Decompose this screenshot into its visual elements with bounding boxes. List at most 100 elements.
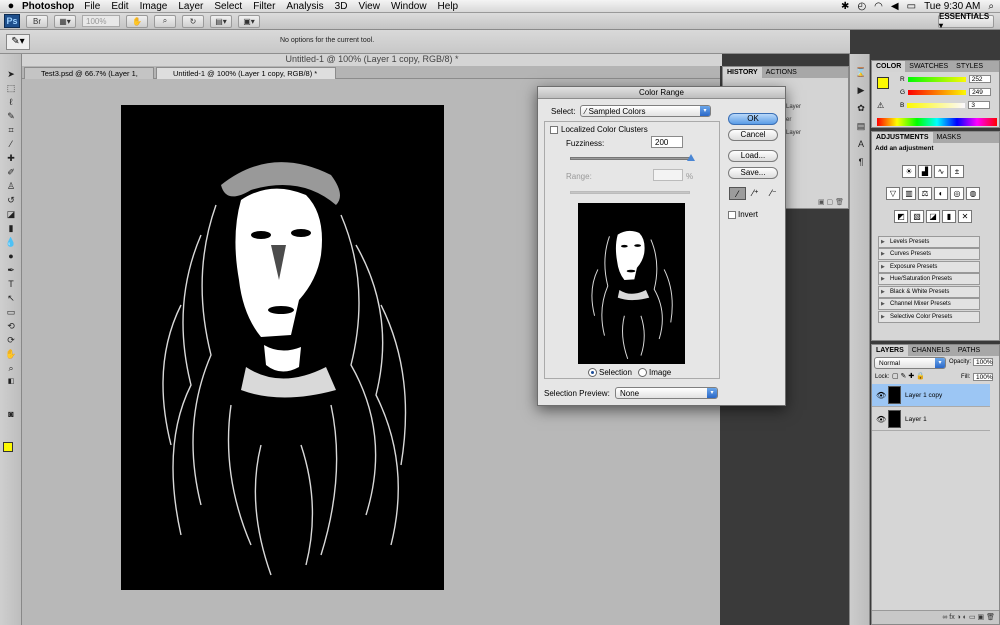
actions-panel-icon[interactable]: ▶ (854, 84, 868, 96)
invert-icon[interactable]: ◩ (894, 210, 908, 223)
tab-swatches[interactable]: SWATCHES (905, 61, 952, 72)
default-colors-icon[interactable]: ◧ (4, 376, 18, 388)
preset-curves[interactable]: Curves Presets (878, 248, 980, 260)
3d-rotate-tool-icon[interactable]: ⟲ (4, 320, 18, 332)
menu-image[interactable]: Image (140, 1, 168, 12)
bluetooth-icon[interactable]: ✱ (841, 1, 849, 12)
brightness-contrast-icon[interactable]: ☀ (902, 165, 916, 178)
gradient-tool-icon[interactable]: ▮ (4, 222, 18, 234)
history-panel-buttons[interactable]: ▣ ▢ 🗑 (818, 198, 844, 206)
zoom-tool-icon[interactable]: ⌕ (4, 362, 18, 374)
battery-icon[interactable]: ▭ (907, 1, 916, 12)
channel-mixer-icon[interactable]: ◍ (966, 187, 980, 200)
selective-color-icon[interactable]: ✕ (958, 210, 972, 223)
3d-orbit-tool-icon[interactable]: ⟳ (4, 334, 18, 346)
fuzziness-field[interactable]: 200 (651, 136, 683, 148)
eyedropper-add-icon[interactable]: ⁄⁺ (747, 187, 764, 200)
foreground-color-swatch[interactable] (3, 442, 13, 452)
menu-app-photoshop[interactable]: Photoshop (22, 1, 74, 12)
lasso-tool-icon[interactable]: ℓ (4, 96, 18, 108)
fill-field[interactable]: 100% (973, 373, 993, 381)
tab-untitled-1[interactable]: Untitled-1 @ 100% (Layer 1 copy, RGB/8) … (156, 67, 336, 79)
g-slider[interactable] (908, 89, 967, 95)
tab-history[interactable]: HISTORY (723, 67, 762, 78)
fuzziness-slider[interactable] (570, 157, 690, 160)
tab-color[interactable]: COLOR (872, 61, 906, 72)
photo-filter-icon[interactable]: ◎ (950, 187, 964, 200)
exposure-icon[interactable]: ± (950, 165, 964, 178)
type-tool-icon[interactable]: T (4, 278, 18, 290)
range-field[interactable] (653, 169, 683, 181)
zoom-tool-icon[interactable]: ⌕ (154, 14, 176, 28)
eye-icon[interactable]: 👁 (876, 384, 886, 407)
character-panel-icon[interactable]: A (854, 138, 868, 150)
menu-view[interactable]: View (358, 1, 380, 12)
tab-masks[interactable]: MASKS (933, 132, 966, 143)
tab-styles[interactable]: STYLES (952, 61, 987, 72)
menu-edit[interactable]: Edit (111, 1, 128, 12)
ok-button[interactable]: OK (728, 113, 778, 125)
vibrance-icon[interactable]: ▽ (886, 187, 900, 200)
eyedropper-sample-icon[interactable]: ⁄ (729, 187, 746, 200)
history-item[interactable]: Layer (786, 101, 840, 114)
screen-mode-button[interactable]: ▣▾ (238, 14, 260, 28)
preset-selective-color[interactable]: Selective Color Presets (878, 311, 980, 323)
color-balance-icon[interactable]: ⚖ (918, 187, 932, 200)
select-dropdown[interactable]: ⁄ Sampled Colors ▾ (580, 105, 711, 117)
apple-icon[interactable]: ● (0, 0, 22, 12)
hand-tool-icon[interactable]: ✋ (126, 14, 148, 28)
fuzziness-slider-thumb[interactable] (687, 154, 695, 161)
history-brush-tool-icon[interactable]: ↺ (4, 194, 18, 206)
volume-icon[interactable]: ◀ (891, 1, 899, 12)
layers-panel-buttons[interactable]: ∞ fx ◑ ◐ ▭ ▣ 🗑 (872, 610, 999, 624)
menu-layer[interactable]: Layer (178, 1, 203, 12)
posterize-icon[interactable]: ▧ (910, 210, 924, 223)
color-panel-foreground-swatch[interactable] (877, 77, 889, 89)
menu-window[interactable]: Window (391, 1, 427, 12)
pen-tool-icon[interactable]: ✒ (4, 264, 18, 276)
levels-icon[interactable]: ▟ (918, 165, 932, 178)
brushes-panel-icon[interactable]: ✿ (854, 102, 868, 114)
opacity-field[interactable]: 100% (973, 358, 993, 366)
invert-checkbox[interactable] (728, 211, 736, 219)
save-button[interactable]: Save... (728, 167, 778, 179)
g-value-field[interactable]: 249 (969, 88, 992, 96)
quick-selection-tool-icon[interactable]: ✎ (4, 110, 18, 122)
range-slider[interactable] (570, 191, 690, 194)
history-item[interactable]: er (786, 114, 840, 127)
preset-channel-mixer[interactable]: Channel Mixer Presets (878, 298, 980, 310)
shape-tool-icon[interactable]: ▭ (4, 306, 18, 318)
hue-saturation-icon[interactable]: ▥ (902, 187, 916, 200)
blur-tool-icon[interactable]: 💧 (4, 236, 18, 248)
marquee-tool-icon[interactable]: ⬚ (4, 82, 18, 94)
canvas-image[interactable] (121, 105, 444, 590)
preset-hue-saturation[interactable]: Hue/Saturation Presets (878, 273, 980, 285)
tab-test3[interactable]: Test3.psd @ 66.7% (Layer 1, RGB/8) * (24, 67, 154, 90)
tab-actions[interactable]: ACTIONS (762, 67, 801, 78)
spotlight-search-icon[interactable]: ⌕ (988, 1, 994, 12)
tab-layers[interactable]: LAYERS (872, 345, 908, 356)
eraser-tool-icon[interactable]: ◪ (4, 208, 18, 220)
menubar-clock[interactable]: Tue 9:30 AM (924, 1, 980, 12)
r-slider[interactable] (907, 76, 966, 82)
zoom-level-field[interactable]: 100% (82, 15, 120, 27)
history-panel-icon[interactable]: ⌛ (854, 66, 868, 78)
workspace-switcher[interactable]: ESSENTIALS ▾ (938, 12, 994, 30)
view-extras-button[interactable]: ▦▾ (54, 14, 76, 28)
quick-mask-icon[interactable]: ◙ (4, 408, 18, 420)
launch-bridge-button[interactable]: Br (26, 14, 48, 28)
localized-color-clusters-checkbox[interactable] (550, 126, 558, 134)
eyedropper-tool-preset-icon[interactable]: ✎▾ (6, 34, 30, 50)
preset-black-white[interactable]: Black & White Presets (878, 286, 980, 298)
gradient-map-icon[interactable]: ▮ (942, 210, 956, 223)
hand-tool-icon[interactable]: ✋ (4, 348, 18, 360)
color-spectrum-ramp[interactable] (877, 118, 997, 126)
arrange-documents-button[interactable]: ▤▾ (210, 14, 232, 28)
eyedropper-subtract-icon[interactable]: ⁄⁻ (765, 187, 782, 200)
crop-tool-icon[interactable]: ⌗ (4, 124, 18, 136)
eyedropper-tool-icon[interactable]: ⁄ (4, 138, 18, 150)
preset-exposure[interactable]: Exposure Presets (878, 261, 980, 273)
menu-select[interactable]: Select (214, 1, 242, 12)
menu-3d[interactable]: 3D (335, 1, 348, 12)
layer-row[interactable]: 👁 Layer 1 (872, 408, 990, 431)
